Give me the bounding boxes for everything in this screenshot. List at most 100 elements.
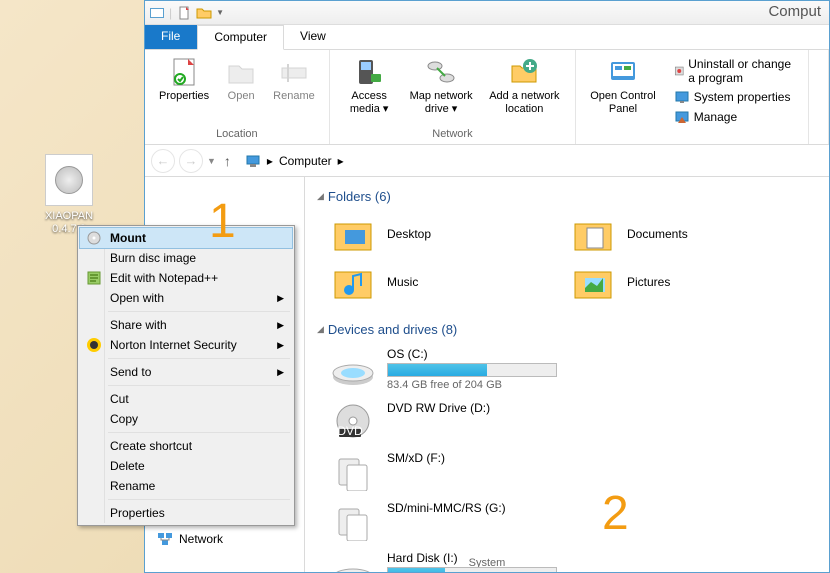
drive-icon: DVD bbox=[329, 401, 377, 441]
manage-button[interactable]: Manage bbox=[670, 108, 798, 126]
nav-forward-button[interactable]: → bbox=[179, 149, 203, 173]
menu-item-label: Copy bbox=[110, 412, 138, 426]
add-location-button[interactable]: Add a network location bbox=[482, 54, 568, 118]
drive-icon bbox=[329, 451, 377, 491]
tab-file[interactable]: File bbox=[145, 25, 197, 49]
manage-icon bbox=[674, 109, 690, 125]
drive-icon bbox=[329, 501, 377, 541]
menu-item-label: Create shortcut bbox=[110, 439, 192, 453]
open-control-panel-button[interactable]: Open Control Panel bbox=[584, 54, 662, 140]
qat-new-folder-icon[interactable] bbox=[196, 5, 212, 21]
uninstall-program-button[interactable]: Uninstall or change a program bbox=[670, 56, 798, 86]
tab-view[interactable]: View bbox=[284, 25, 343, 49]
menu-item-label: Norton Internet Security bbox=[110, 338, 237, 352]
drive-label: OS (C:) bbox=[387, 347, 579, 361]
folder-icon bbox=[569, 262, 617, 302]
tree-network-label: Network bbox=[179, 532, 223, 546]
content-pane[interactable]: Folders (6) Desktop Documents Music Picture… bbox=[305, 177, 829, 572]
section-drives[interactable]: Devices and drives (8) bbox=[317, 318, 817, 341]
open-icon bbox=[225, 56, 257, 88]
system-properties-button[interactable]: System properties bbox=[670, 88, 798, 106]
group-label-location: Location bbox=[153, 126, 321, 140]
network-icon bbox=[157, 531, 173, 547]
menu-item[interactable]: Delete bbox=[80, 456, 292, 476]
drive-label: DVD RW Drive (D:) bbox=[387, 401, 579, 415]
nav-up-button[interactable]: ↑ bbox=[220, 153, 235, 169]
ribbon-tabs: File Computer View bbox=[145, 25, 829, 50]
open-button[interactable]: Open bbox=[217, 54, 265, 105]
menu-item-label: Properties bbox=[110, 506, 165, 520]
sysprops-icon bbox=[674, 89, 690, 105]
submenu-arrow-icon: ▶ bbox=[277, 340, 284, 351]
menu-item-label: Send to bbox=[110, 365, 151, 379]
submenu-arrow-icon: ▶ bbox=[277, 293, 284, 304]
menu-item[interactable]: Rename bbox=[80, 476, 292, 496]
menu-item[interactable]: Create shortcut bbox=[80, 436, 292, 456]
drive-item[interactable]: DVD DVD RW Drive (D:) bbox=[329, 401, 579, 441]
breadcrumb[interactable]: ▸ Computer ▸ bbox=[239, 151, 350, 171]
tree-network[interactable]: Network bbox=[149, 525, 300, 553]
menu-item[interactable]: Open with ▶ bbox=[80, 288, 292, 308]
system-menu-icon[interactable] bbox=[149, 5, 165, 21]
menu-item[interactable]: Norton Internet Security ▶ bbox=[80, 335, 292, 355]
breadcrumb-arrow: ▸ bbox=[338, 154, 344, 168]
menu-item[interactable]: Burn disc image bbox=[80, 248, 292, 268]
ribbon: Properties Open Rename Location Access m… bbox=[145, 50, 829, 145]
drive-label: SM/xD (F:) bbox=[387, 451, 579, 465]
desktop-iso-file[interactable]: XIAOPAN 0.4.7.2 bbox=[35, 154, 103, 236]
rename-icon bbox=[278, 56, 310, 88]
media-icon bbox=[353, 56, 385, 88]
map-drive-button[interactable]: Map network drive ▾ bbox=[403, 54, 480, 118]
qat-properties-icon[interactable] bbox=[176, 5, 192, 21]
menu-item[interactable]: Properties bbox=[80, 503, 292, 523]
menu-item[interactable]: Edit with Notepad++ bbox=[80, 268, 292, 288]
folder-label: Pictures bbox=[627, 275, 670, 289]
properties-button[interactable]: Properties bbox=[153, 54, 215, 105]
menu-separator bbox=[108, 432, 290, 433]
folder-label: Documents bbox=[627, 227, 688, 241]
rename-button[interactable]: Rename bbox=[267, 54, 321, 105]
uninstall-icon bbox=[674, 63, 685, 79]
folder-icon bbox=[329, 262, 377, 302]
tab-computer[interactable]: Computer bbox=[197, 25, 284, 50]
drive-item[interactable]: OS (C:)83.4 GB free of 204 GB bbox=[329, 347, 579, 391]
folder-label: Music bbox=[387, 275, 418, 289]
menu-item-label: Edit with Notepad++ bbox=[110, 271, 218, 285]
add-location-icon bbox=[508, 56, 540, 88]
drive-item[interactable]: SM/xD (F:) bbox=[329, 451, 579, 491]
menu-separator bbox=[108, 358, 290, 359]
drive-item[interactable]: SD/mini-MMC/RS (G:) bbox=[329, 501, 579, 541]
window-title: Comput bbox=[768, 3, 821, 20]
npp-icon bbox=[86, 270, 102, 286]
menu-item[interactable]: Send to▶ bbox=[80, 362, 292, 382]
section-folders[interactable]: Folders (6) bbox=[317, 185, 817, 208]
iso-file-icon bbox=[45, 154, 93, 206]
folder-item[interactable]: Music bbox=[329, 262, 549, 302]
svg-text:DVD: DVD bbox=[337, 424, 363, 438]
menu-item[interactable]: Cut bbox=[80, 389, 292, 409]
annotation-marker-1: 1 bbox=[209, 194, 236, 249]
qat-separator: | bbox=[169, 6, 172, 20]
control-panel-icon bbox=[607, 56, 639, 88]
submenu-arrow-icon: ▶ bbox=[277, 320, 284, 331]
norton-icon bbox=[86, 337, 102, 353]
menu-item-label: Share with bbox=[110, 318, 167, 332]
folder-item[interactable]: Documents bbox=[569, 214, 789, 254]
map-drive-icon bbox=[425, 56, 457, 88]
iso-file-label-1: XIAOPAN bbox=[35, 210, 103, 223]
menu-item[interactable]: Share with ▶ bbox=[80, 315, 292, 335]
nav-history-dropdown[interactable]: ▼ bbox=[207, 156, 216, 166]
menu-item[interactable]: Copy bbox=[80, 409, 292, 429]
folder-icon bbox=[569, 214, 617, 254]
menu-item[interactable]: Mount bbox=[80, 228, 292, 248]
menu-item-label: Mount bbox=[110, 231, 146, 245]
breadcrumb-computer[interactable]: Computer bbox=[279, 154, 332, 168]
folder-item[interactable]: Desktop bbox=[329, 214, 549, 254]
nav-back-button[interactable]: ← bbox=[151, 149, 175, 173]
menu-separator bbox=[108, 499, 290, 500]
access-media-button[interactable]: Access media ▾ bbox=[338, 54, 401, 118]
qat-dropdown-icon[interactable]: ▼ bbox=[216, 8, 224, 17]
menu-item-label: Open with bbox=[110, 291, 164, 305]
group-label-network: Network bbox=[338, 126, 567, 140]
folder-item[interactable]: Pictures bbox=[569, 262, 789, 302]
